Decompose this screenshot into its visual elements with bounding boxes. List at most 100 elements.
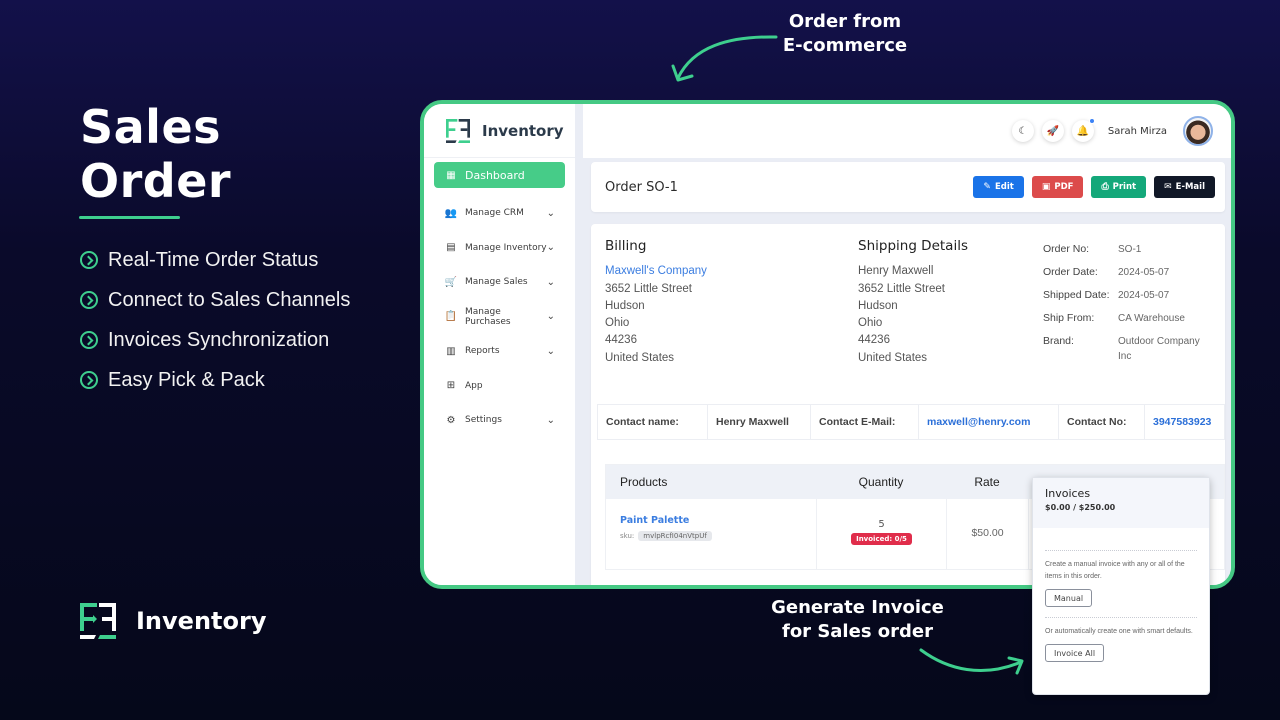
order-meta: Order No: SO-1 Order Date: 2024-05-07 Ship… xyxy=(1043,242,1208,372)
hero-underline xyxy=(79,216,180,219)
chevron-circle-icon xyxy=(80,331,98,349)
auto-invoice-text: Or automatically create one with smart d… xyxy=(1045,628,1193,635)
meta-key: Shipped Date: xyxy=(1043,289,1110,301)
product-cell: Paint Palette sku: mvlpRcfI04nVtpUf xyxy=(606,499,816,569)
button-label: Print xyxy=(1112,182,1137,192)
sidebar-item-label: Manage Sales xyxy=(465,277,528,288)
shipping-city: Hudson xyxy=(858,299,898,312)
column-header: Quantity xyxy=(858,475,904,489)
meta-row: Shipped Date: 2024-05-07 xyxy=(1043,288,1208,303)
meta-row: Ship From: CA Warehouse xyxy=(1043,311,1208,326)
hero-title-line2: Order xyxy=(80,154,232,208)
contact-email-link[interactable]: maxwell@henry.com xyxy=(919,405,1059,439)
sidebar-item-manage-sales[interactable]: 🛒 Manage Sales ⌄ xyxy=(434,265,565,300)
chevron-circle-icon xyxy=(80,251,98,269)
order-header: Order SO-1 ✎ Edit ▣ PDF ⎙ Print ✉ E-Mail xyxy=(591,162,1225,212)
sidebar-item-reports[interactable]: ▥ Reports ⌄ xyxy=(434,334,565,369)
chevron-down-icon: ⌄ xyxy=(546,242,555,254)
feature-label: Real-Time Order Status xyxy=(108,248,319,271)
callout-ecommerce: Order from E-commerce xyxy=(770,10,920,58)
ff-logo-icon xyxy=(80,603,116,639)
user-name[interactable]: Sarah Mirza xyxy=(1108,126,1167,137)
cart-icon: 🛒 xyxy=(444,276,458,288)
invoice-amount: $0.00 / $250.00 xyxy=(1045,503,1116,512)
sidebar-item-app[interactable]: ⊞ App xyxy=(434,369,565,404)
pdf-button[interactable]: ▣ PDF xyxy=(1031,176,1084,198)
rocket-icon[interactable]: 🚀 xyxy=(1041,120,1064,142)
meta-value: SO-1 xyxy=(1118,244,1142,255)
meta-key: Brand: xyxy=(1043,335,1074,347)
billing-zip: 44236 xyxy=(605,334,637,347)
print-button[interactable]: ⎙ Print xyxy=(1091,176,1147,198)
page-title: Order SO-1 xyxy=(605,179,678,195)
column-header: Products xyxy=(620,475,668,489)
shipping-country: United States xyxy=(858,351,928,364)
feature-label: Easy Pick & Pack xyxy=(108,368,265,391)
callout-line: for Sales order xyxy=(781,621,934,642)
moon-icon[interactable]: ☾ xyxy=(1011,120,1034,142)
quantity-value: 5 xyxy=(878,519,885,530)
chevron-down-icon: ⌄ xyxy=(546,414,555,426)
sidebar-item-dashboard[interactable]: ▦ Dashboard xyxy=(434,162,565,188)
sidebar-item-label: Settings xyxy=(465,415,502,426)
feature-label: Connect to Sales Channels xyxy=(108,288,351,311)
manual-invoice-button[interactable]: Manual xyxy=(1045,589,1093,607)
gear-icon: ⚙ xyxy=(446,414,456,426)
contact-row: Contact name: Henry Maxwell Contact E-Ma… xyxy=(597,404,1225,440)
product-link[interactable]: Paint Palette xyxy=(620,515,816,526)
sidebar: Inventory ▦ Dashboard 👥 Manage CRM ⌄ ▤ M… xyxy=(424,104,583,585)
ff-logo-icon xyxy=(446,118,470,143)
feature-item: Connect to Sales Channels xyxy=(80,280,350,320)
edit-icon: ✎ xyxy=(983,182,991,192)
sidebar-item-label: Manage Purchases xyxy=(465,306,511,327)
bell-icon[interactable]: 🔔 xyxy=(1071,118,1095,142)
chevron-circle-icon xyxy=(80,291,98,309)
meta-row: Order Date: 2024-05-07 xyxy=(1043,265,1208,280)
meta-value: Outdoor Company Inc xyxy=(1118,336,1200,362)
invoices-popover: Invoices $0.00 / $250.00 Create a manual… xyxy=(1032,477,1210,695)
billing-country: United States xyxy=(605,351,675,364)
boxes-icon: ▤ xyxy=(446,242,456,254)
sku-line: sku: mvlpRcfI04nVtpUf xyxy=(620,531,816,541)
chevron-down-icon: ⌄ xyxy=(546,207,555,219)
brand-logo-bottom: Inventory xyxy=(80,603,266,639)
sidebar-item-manage-crm[interactable]: 👥 Manage CRM ⌄ xyxy=(434,196,565,231)
meta-value: CA Warehouse xyxy=(1118,313,1185,324)
sidebar-item-label: Dashboard xyxy=(465,168,525,182)
rate-cell: $50.00 xyxy=(946,499,1028,569)
chevron-down-icon: ⌄ xyxy=(546,311,555,323)
billing-city: Hudson xyxy=(605,299,645,312)
sidebar-brand[interactable]: Inventory xyxy=(424,104,575,158)
popover-header: Invoices $0.00 / $250.00 xyxy=(1033,478,1209,528)
chevron-down-icon: ⌄ xyxy=(546,276,555,288)
curved-arrow-icon xyxy=(671,35,778,82)
billing-company-link[interactable]: Maxwell's Company xyxy=(605,263,707,280)
avatar[interactable] xyxy=(1183,116,1213,146)
meta-value: 2024-05-07 xyxy=(1118,290,1170,301)
billing-section: Billing Maxwell's Company 3652 Little St… xyxy=(605,238,707,367)
edit-button[interactable]: ✎ Edit xyxy=(973,176,1024,198)
shipping-heading: Shipping Details xyxy=(858,238,968,254)
email-button[interactable]: ✉ E-Mail xyxy=(1154,176,1215,198)
print-icon: ⎙ xyxy=(1101,182,1109,192)
chevron-down-icon: ⌄ xyxy=(546,345,555,357)
curved-arrow-icon xyxy=(919,648,1024,675)
sidebar-item-manage-purchases[interactable]: 📋 Manage Purchases ⌄ xyxy=(434,300,565,335)
sidebar-item-label: Manage CRM xyxy=(465,208,524,219)
callout-invoice: Generate Invoice for Sales order xyxy=(760,596,955,644)
contact-phone-link[interactable]: 3947583923 xyxy=(1145,405,1224,439)
sidebar-item-settings[interactable]: ⚙ Settings ⌄ xyxy=(434,403,565,438)
invoice-all-button[interactable]: Invoice All xyxy=(1045,644,1105,662)
notification-dot xyxy=(1088,118,1095,124)
sidebar-item-manage-inventory[interactable]: ▤ Manage Inventory ⌄ xyxy=(434,231,565,266)
sku-label: sku: xyxy=(620,532,635,540)
clipboard-icon: 📋 xyxy=(444,311,458,323)
shipping-name: Henry Maxwell xyxy=(858,265,934,278)
popover-title: Invoices xyxy=(1045,487,1091,500)
sidebar-item-label: App xyxy=(465,380,483,391)
meta-row: Order No: SO-1 xyxy=(1043,242,1208,257)
button-label: E-Mail xyxy=(1175,182,1205,192)
chevron-circle-icon xyxy=(80,371,98,389)
feature-item: Real-Time Order Status xyxy=(80,240,350,280)
billing-street: 3652 Little Street xyxy=(605,282,692,295)
